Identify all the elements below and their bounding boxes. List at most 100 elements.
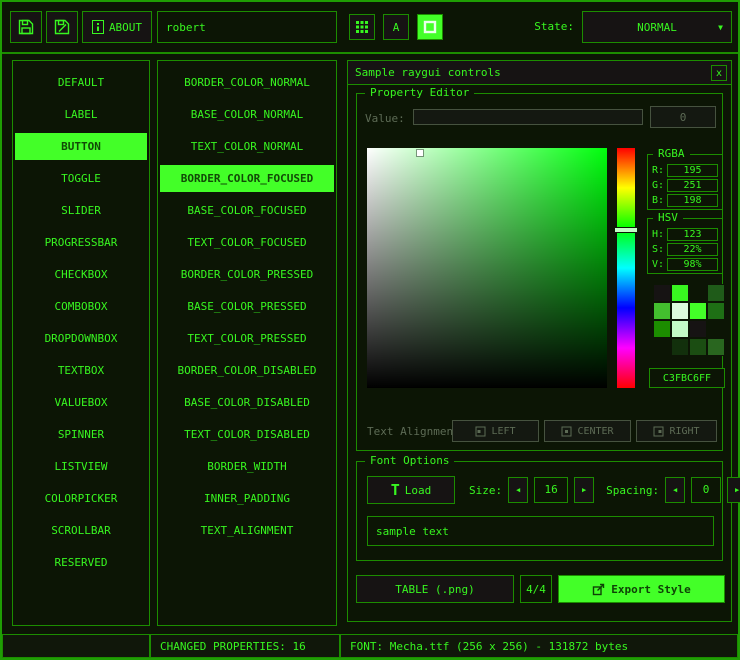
controls-list-item[interactable]: TOGGLE	[15, 165, 147, 192]
style-color-swatch[interactable]	[689, 320, 707, 338]
export-icon	[592, 583, 605, 596]
controls-list-item[interactable]: BUTTON	[15, 133, 147, 160]
hue-bar[interactable]	[617, 148, 635, 388]
style-name-input[interactable]	[157, 11, 337, 43]
controls-list-item[interactable]: TEXTBOX	[15, 357, 147, 384]
controls-list-item[interactable]: DEFAULT	[15, 69, 147, 96]
text-alignment-label: Text Alignment	[367, 425, 460, 438]
style-color-swatch[interactable]	[671, 338, 689, 356]
load-style-button[interactable]	[10, 11, 42, 43]
controls-list-item[interactable]: SCROLLBAR	[15, 517, 147, 544]
style-color-swatch[interactable]	[707, 302, 725, 320]
style-color-swatch[interactable]	[707, 320, 725, 338]
style-color-swatch[interactable]	[689, 284, 707, 302]
controls-list-item[interactable]: COLORPICKER	[15, 485, 147, 512]
sample-text-input[interactable]	[367, 516, 714, 546]
style-color-swatch[interactable]	[653, 284, 671, 302]
properties-list-item[interactable]: TEXT_COLOR_FOCUSED	[160, 229, 334, 256]
spacing-decrement-button[interactable]: ◀	[665, 477, 685, 503]
controls-list-item[interactable]: PROGRESSBAR	[15, 229, 147, 256]
export-style-label: Export Style	[611, 583, 690, 596]
style-color-swatch[interactable]	[707, 338, 725, 356]
controls-list-item[interactable]: CHECKBOX	[15, 261, 147, 288]
properties-list-item[interactable]: BORDER_COLOR_FOCUSED	[160, 165, 334, 192]
controls-list-item[interactable]: COMBOBOX	[15, 293, 147, 320]
style-color-swatch[interactable]	[671, 284, 689, 302]
style-color-palette	[653, 284, 725, 356]
controls-list-item[interactable]: SPINNER	[15, 421, 147, 448]
controls-list-item[interactable]: SLIDER	[15, 197, 147, 224]
brightness-label: V:	[652, 259, 664, 270]
sv-picker-cursor[interactable]	[417, 150, 423, 156]
font-size-value-box[interactable]: 16	[534, 477, 568, 503]
hue-label: H:	[652, 229, 664, 240]
value-slider[interactable]	[413, 109, 643, 125]
properties-list-item[interactable]: BORDER_COLOR_NORMAL	[160, 69, 334, 96]
properties-list-item[interactable]: TEXT_COLOR_PRESSED	[160, 325, 334, 352]
save-style-button[interactable]	[46, 11, 78, 43]
properties-list-item[interactable]: BORDER_COLOR_DISABLED	[160, 357, 334, 384]
export-format-button[interactable]: TABLE (.png)	[356, 575, 514, 603]
spacing-increment-button[interactable]: ▶	[727, 477, 740, 503]
saturation-value-picker[interactable]	[367, 148, 607, 388]
load-font-label: Load	[405, 484, 432, 497]
green-value-box[interactable]: 251	[667, 179, 718, 192]
align-right-button[interactable]: RIGHT	[636, 420, 717, 442]
properties-list-item[interactable]: BASE_COLOR_NORMAL	[160, 101, 334, 128]
letter-a-icon: A	[393, 21, 400, 34]
toolbar-divider	[2, 52, 738, 54]
font-atlas-button[interactable]: A	[383, 14, 409, 40]
triangle-right-icon: ▶	[582, 486, 586, 494]
controls-list-item[interactable]: RESERVED	[15, 549, 147, 576]
red-value-box[interactable]: 195	[667, 164, 718, 177]
hue-value-box[interactable]: 123	[667, 228, 718, 241]
controls-list-item[interactable]: VALUEBOX	[15, 389, 147, 416]
font-spacing-value-box[interactable]: 0	[691, 477, 721, 503]
style-color-swatch[interactable]	[653, 302, 671, 320]
style-color-swatch[interactable]	[707, 284, 725, 302]
properties-list-item[interactable]: TEXT_ALIGNMENT	[160, 517, 334, 544]
saturation-value-box[interactable]: 22%	[667, 243, 718, 256]
properties-list-item[interactable]: BORDER_WIDTH	[160, 453, 334, 480]
brightness-value-box[interactable]: 98%	[667, 258, 718, 271]
rgba-group-title: RGBA	[653, 147, 690, 160]
property-editor-group: Property Editor Value: 0 RGBA R: 195	[356, 93, 723, 451]
properties-list-item[interactable]: BORDER_COLOR_PRESSED	[160, 261, 334, 288]
style-view-toggle-button[interactable]	[417, 14, 443, 40]
triangle-right-icon: ▶	[735, 486, 739, 494]
blue-value-box[interactable]: 198	[667, 194, 718, 207]
style-color-swatch[interactable]	[689, 338, 707, 356]
properties-list-item[interactable]: BASE_COLOR_PRESSED	[160, 293, 334, 320]
style-color-swatch[interactable]	[671, 320, 689, 338]
align-center-button[interactable]: CENTER	[544, 420, 631, 442]
controls-list-item[interactable]: DROPDOWNBOX	[15, 325, 147, 352]
value-box[interactable]: 0	[650, 106, 716, 128]
properties-list-item[interactable]: BASE_COLOR_DISABLED	[160, 389, 334, 416]
about-button[interactable]: ABOUT	[82, 11, 152, 43]
pages-value-box[interactable]: 4/4	[520, 575, 552, 603]
style-color-swatch[interactable]	[671, 302, 689, 320]
style-table-grid-button[interactable]	[349, 14, 375, 40]
floppy-pencil-icon	[53, 18, 71, 36]
load-font-button[interactable]: T Load	[367, 476, 455, 504]
close-window-button[interactable]: x	[711, 65, 727, 81]
value-box-text: 0	[680, 111, 687, 124]
controls-list-item[interactable]: LISTVIEW	[15, 453, 147, 480]
align-left-button[interactable]: LEFT	[452, 420, 539, 442]
align-left-icon	[475, 426, 486, 437]
properties-list-item[interactable]: BASE_COLOR_FOCUSED	[160, 197, 334, 224]
state-dropdown[interactable]: NORMAL ▼	[582, 11, 732, 43]
style-color-swatch[interactable]	[653, 320, 671, 338]
style-color-swatch[interactable]	[689, 302, 707, 320]
properties-list-item[interactable]: TEXT_COLOR_DISABLED	[160, 421, 334, 448]
export-style-button[interactable]: Export Style	[558, 575, 725, 603]
close-icon: x	[716, 68, 722, 79]
hex-color-input[interactable]	[649, 368, 725, 388]
controls-list-item[interactable]: LABEL	[15, 101, 147, 128]
properties-list-item[interactable]: INNER_PADDING	[160, 485, 334, 512]
size-increment-button[interactable]: ▶	[574, 477, 594, 503]
size-decrement-button[interactable]: ◀	[508, 477, 528, 503]
hue-slider-handle[interactable]	[614, 227, 638, 233]
style-color-swatch[interactable]	[653, 338, 671, 356]
properties-list-item[interactable]: TEXT_COLOR_NORMAL	[160, 133, 334, 160]
